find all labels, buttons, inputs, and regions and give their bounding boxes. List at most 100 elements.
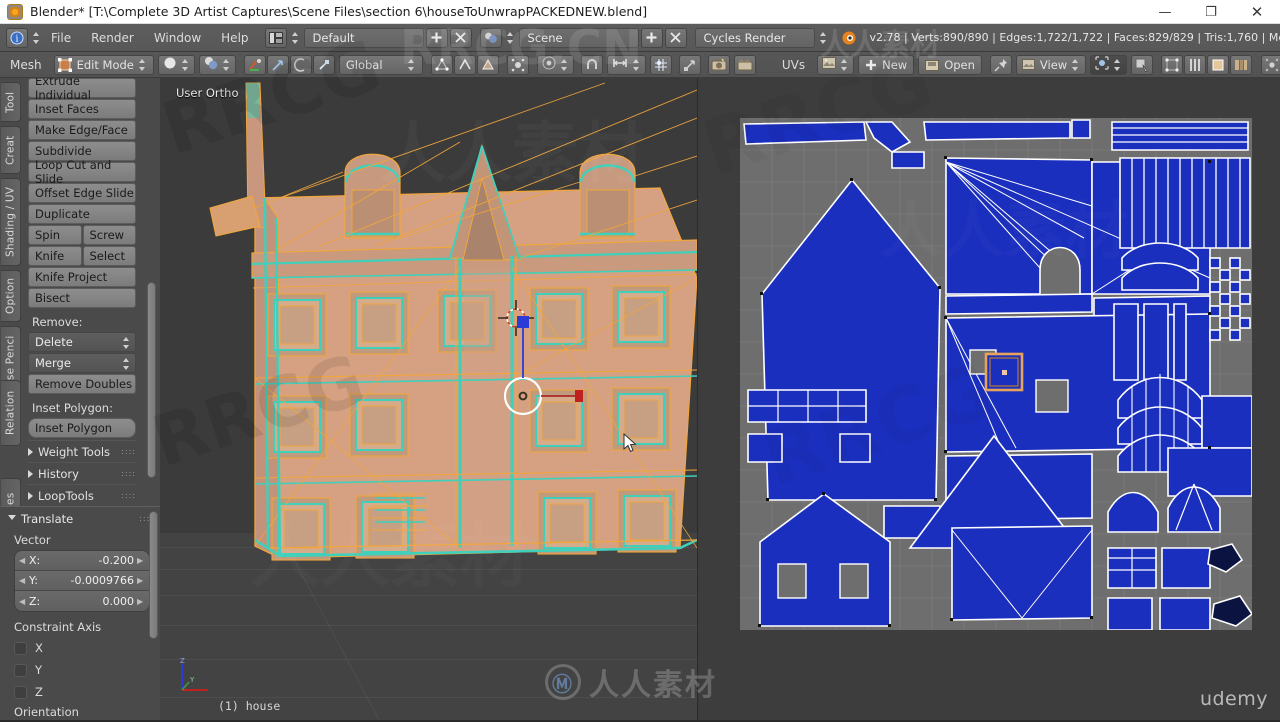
3d-viewport[interactable]: User Ortho (1) house Z Y [160, 78, 697, 720]
pin-icon[interactable] [989, 54, 1012, 75]
button-knife[interactable]: Knife [28, 246, 82, 266]
section-weight-tools[interactable]: Weight Tools :::: [28, 440, 136, 460]
image-browse-spinner[interactable] [840, 55, 849, 75]
vector-x-field[interactable]: ◀ X: -0.200 ▶ [15, 551, 149, 571]
dropdown-merge[interactable]: Merge [28, 353, 136, 373]
uv-vertex-select-icon[interactable] [1161, 54, 1184, 75]
uv-islands[interactable] [740, 118, 1252, 630]
view-menu-button[interactable]: View [1015, 54, 1087, 75]
proportional-edit-button[interactable] [536, 54, 574, 75]
shading-mode-spinner[interactable] [222, 55, 231, 75]
tool-panel-scrollbar[interactable] [147, 282, 156, 478]
button-make-edge-face[interactable]: Make Edge/Face [28, 120, 136, 140]
button-remove-doubles[interactable]: Remove Doubles [28, 374, 136, 394]
interaction-mode-button[interactable]: Edit Mode [53, 54, 154, 75]
button-loop-cut-and-slide[interactable]: Loop Cut and Slide [28, 158, 136, 186]
chevron-right-icon[interactable]: ▶ [137, 597, 145, 606]
snap-target-spinner[interactable] [632, 55, 641, 75]
translate-manipulator-icon[interactable] [266, 54, 289, 75]
chevron-left-icon[interactable]: ◀ [19, 576, 27, 585]
tab-create[interactable]: Creat [1, 126, 21, 174]
remove-layout-button[interactable] [449, 27, 472, 48]
menu-mesh[interactable]: Mesh [6, 58, 50, 72]
button-extrude-individual[interactable]: Extrude Individual [28, 78, 136, 102]
scene-field[interactable]: Scene [518, 27, 639, 48]
dropdown-delete-spinner[interactable] [122, 333, 131, 353]
close-button[interactable]: ✕ [1234, 0, 1280, 24]
transform-orientation-button[interactable]: Global [338, 54, 423, 75]
button-offset-edge-slide[interactable]: Offset Edge Slide [28, 183, 136, 203]
viewport-shading-button[interactable] [157, 54, 195, 75]
section-history[interactable]: History :::: [28, 462, 136, 482]
remove-scene-button[interactable] [664, 27, 687, 48]
screen-layout-field[interactable]: Default [303, 27, 424, 48]
chevron-right-icon[interactable]: ▶ [137, 556, 145, 565]
checkbox-x[interactable] [14, 641, 27, 655]
tab-options[interactable]: Option [1, 270, 21, 322]
view-menu-spinner[interactable] [1071, 55, 1080, 75]
chevron-right-icon[interactable]: ▶ [137, 576, 145, 585]
snap-element-icon[interactable] [649, 54, 672, 75]
uv-pivot-button[interactable] [1090, 54, 1128, 75]
uv-image-editor[interactable]: udemy [698, 78, 1280, 720]
button-bisect[interactable]: Bisect [28, 288, 136, 308]
screen-layout-icon[interactable] [264, 27, 287, 48]
maximize-button[interactable]: ❐ [1188, 0, 1234, 24]
menu-render[interactable]: Render [81, 31, 144, 45]
vector-z-field[interactable]: ◀ Z: 0.000 ▶ [15, 591, 149, 611]
dropdown-delete[interactable]: Delete [28, 332, 136, 352]
add-scene-button[interactable] [640, 27, 663, 48]
vector-y-field[interactable]: ◀ Y: -0.0009766 ▶ [15, 571, 149, 591]
button-duplicate[interactable]: Duplicate [28, 204, 136, 224]
viewport-shading-spinner[interactable] [181, 55, 190, 75]
checkbox-z[interactable] [14, 685, 27, 699]
operator-panel-scrollbar[interactable] [149, 511, 158, 639]
render-animation-icon[interactable] [733, 54, 756, 75]
image-browse-button[interactable] [817, 54, 855, 75]
checkbox-y[interactable] [14, 663, 27, 677]
button-screw[interactable]: Screw [82, 225, 136, 245]
uv-sticky-select-icon[interactable] [1261, 54, 1280, 75]
uv-selected-face[interactable] [984, 352, 1024, 392]
menu-file[interactable]: File [41, 31, 81, 45]
minimize-button[interactable]: — [1142, 0, 1188, 24]
uv-cursor-icon[interactable] [1131, 54, 1154, 75]
button-select[interactable]: Select [82, 246, 136, 266]
render-engine-spinner[interactable] [819, 28, 828, 48]
scene-spinner[interactable] [506, 28, 515, 48]
scale-manipulator-icon[interactable] [312, 54, 335, 75]
constraint-axis-y[interactable]: Y [0, 659, 160, 681]
snap-magnet-icon[interactable] [580, 54, 603, 75]
proportional-edit-spinner[interactable] [560, 55, 569, 75]
dropdown-merge-spinner[interactable] [122, 354, 131, 374]
tab-shading-uv[interactable]: Shading / UV [1, 178, 21, 266]
window-controls[interactable]: — ❐ ✕ [1142, 0, 1280, 24]
transform-orientation-spinner[interactable] [407, 55, 416, 75]
uv-pivot-spinner[interactable] [1113, 55, 1122, 75]
button-knife-project[interactable]: Knife Project [28, 267, 136, 287]
chevron-left-icon[interactable]: ◀ [19, 597, 27, 606]
tab-relations[interactable]: Relation [1, 380, 21, 446]
render-engine-field[interactable]: Cycles Render [694, 27, 815, 48]
open-image-button[interactable]: Open [918, 54, 982, 75]
constraint-axis-x[interactable]: X [0, 637, 160, 659]
face-select-icon[interactable] [476, 54, 499, 75]
menu-help[interactable]: Help [211, 31, 258, 45]
button-spin[interactable]: Spin [28, 225, 82, 245]
button-inset-polygon[interactable]: Inset Polygon [28, 418, 136, 438]
pivot-point-icon[interactable] [243, 54, 266, 75]
info-editor-spinner[interactable] [32, 28, 41, 48]
operator-panel-header[interactable]: Translate :::: [0, 507, 160, 530]
menu-window[interactable]: Window [144, 31, 211, 45]
uv-face-select-icon[interactable] [1207, 54, 1230, 75]
uv-canvas[interactable] [740, 118, 1252, 630]
interaction-mode-spinner[interactable] [138, 55, 147, 75]
rotate-manipulator-icon[interactable] [289, 54, 312, 75]
button-inset-faces[interactable]: Inset Faces [28, 99, 136, 119]
scene-icon[interactable] [479, 27, 502, 48]
section-looptools[interactable]: LoopTools :::: [28, 484, 136, 504]
constraint-axis-z[interactable]: Z [0, 681, 160, 703]
limit-selection-icon[interactable] [506, 54, 529, 75]
render-preview-icon[interactable] [707, 54, 730, 75]
vertex-select-icon[interactable] [430, 54, 453, 75]
